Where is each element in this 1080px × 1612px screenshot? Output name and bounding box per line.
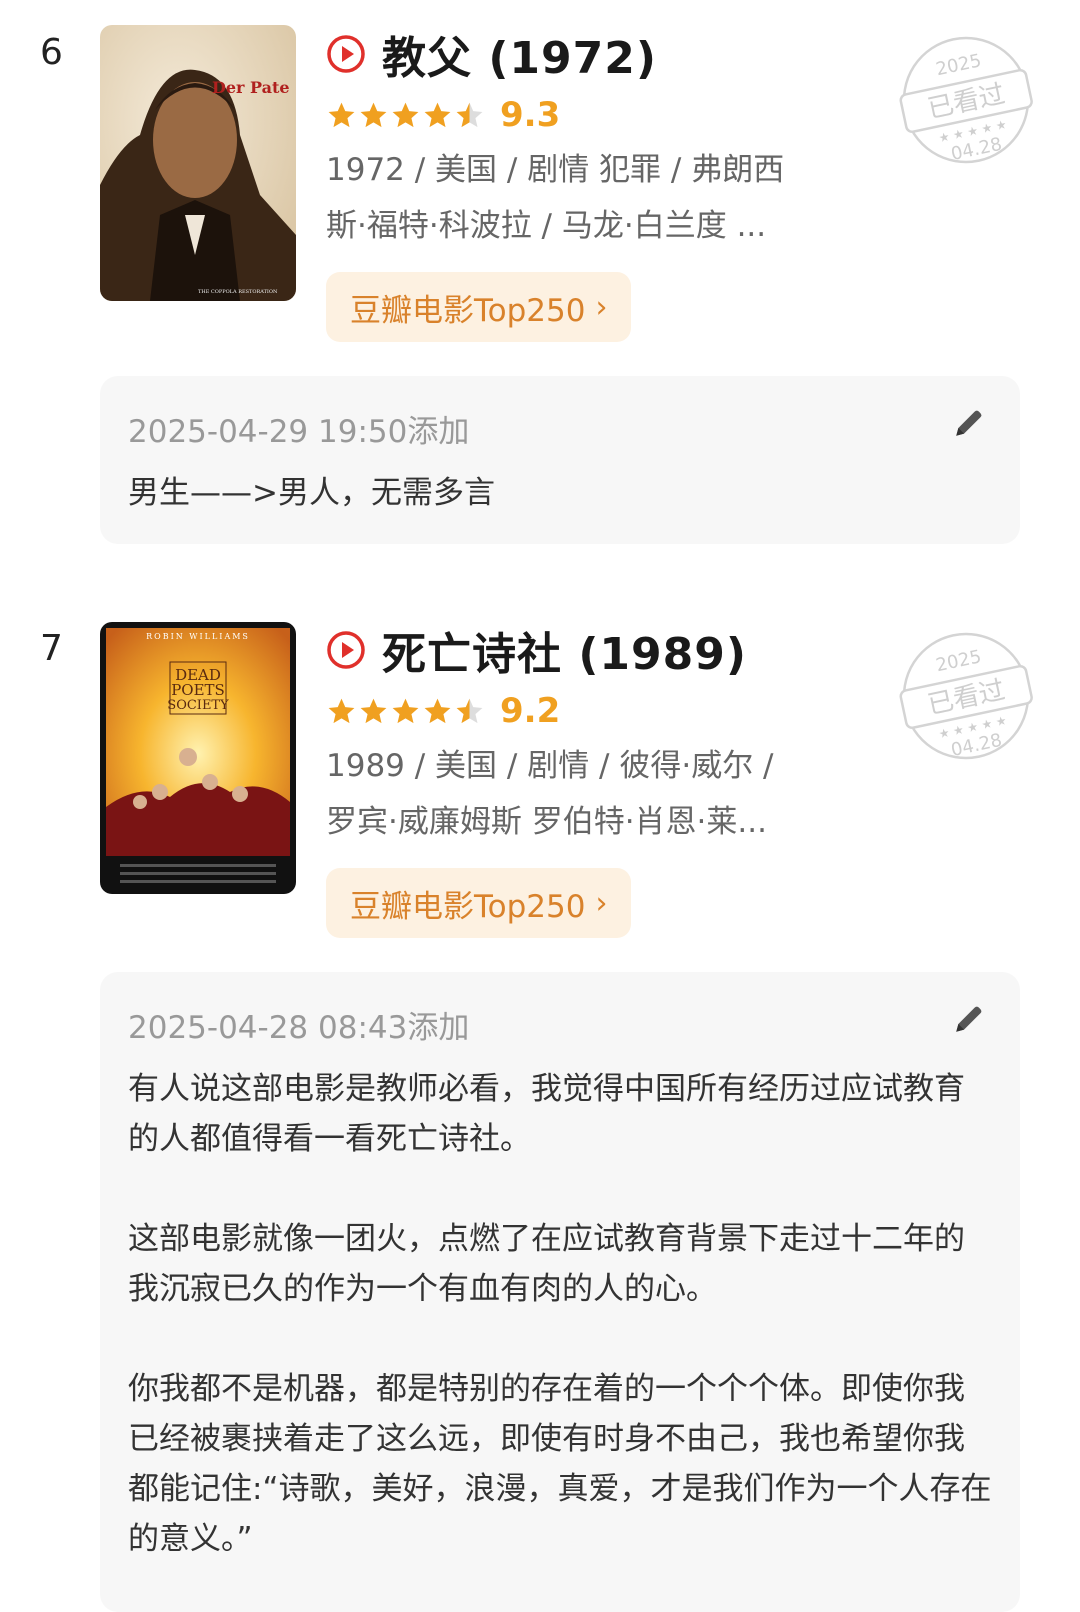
pencil-icon[interactable]: [952, 406, 986, 440]
poster-title-3: SOCIETY: [167, 698, 229, 713]
note-date: 2025-04-29 19:50添加: [128, 414, 470, 450]
star-full-icon: [328, 102, 355, 127]
poster-actor: ROBIN WILLIAMS: [146, 632, 250, 641]
star-full-icon: [328, 698, 355, 723]
dead-poets-society-poster-image: ROBIN WILLIAMS DEAD POETS SOCIETY: [100, 622, 296, 894]
star-full-icon: [360, 698, 387, 723]
watched-stamp: 2025 已看过 ★ ★ ★ ★ ★ 04.28: [899, 632, 1033, 761]
rating-row: 9.2: [326, 688, 886, 734]
chevron-right-icon: ›: [595, 289, 608, 325]
star-half-icon: [456, 102, 483, 127]
tag-label: 豆瓣电影Top250: [350, 888, 586, 925]
star-full-icon: [392, 698, 419, 723]
meta-line: 1989 / 美国 / 剧情 / 彼得·威尔 /: [326, 748, 774, 784]
poster-caption: THE COPPOLA RESTORATION: [198, 289, 278, 295]
star-full-icon: [424, 698, 451, 723]
star-half-icon: [456, 698, 483, 723]
play-icon[interactable]: [326, 34, 366, 74]
rank-number: 7: [40, 628, 63, 669]
poster-title-1: Der Pate: [212, 78, 290, 97]
rating-row: 9.3: [326, 92, 886, 138]
movie-meta: 1972 / 美国 / 剧情 犯罪 / 弗朗西 斯·福特·科波拉 / 马龙·白兰…: [326, 142, 846, 254]
rank-number: 6: [40, 32, 63, 73]
movie-poster[interactable]: Der Pate THE COPPOLA RESTORATION: [100, 25, 296, 301]
movie-title[interactable]: 教父 (1972): [382, 22, 657, 86]
pencil-icon[interactable]: [952, 1002, 986, 1036]
movie-meta: 1989 / 美国 / 剧情 / 彼得·威尔 / 罗宾·威廉姆斯 罗伯特·肖恩·…: [326, 738, 846, 850]
meta-line: 斯·福特·科波拉 / 马龙·白兰度 ...: [326, 208, 767, 244]
tag-label: 豆瓣电影Top250: [350, 292, 586, 329]
top250-tag-button[interactable]: 豆瓣电影Top250 ›: [326, 272, 632, 342]
movie-info: 死亡诗社 (1989) 9.2 1989 / 美国 / 剧情 / 彼得·威尔 /…: [326, 618, 886, 938]
note-date: 2025-04-28 08:43添加: [128, 1010, 470, 1046]
play-icon[interactable]: [326, 630, 366, 670]
note-text: 男生——>男人，无需多言: [128, 475, 495, 511]
star-full-icon: [392, 102, 419, 127]
watched-stamp: 2025 已看过 ★ ★ ★ ★ ★ 04.28: [899, 36, 1033, 165]
note-text: 有人说这部电影是教师必看，我觉得中国所有经历过应试教育的人都值得看一看死亡诗社。…: [128, 1071, 992, 1557]
stamp-year: 2025: [934, 646, 983, 676]
note-card: 2025-04-29 19:50添加 男生——>男人，无需多言: [100, 376, 1020, 544]
poster-title-2: POETS: [171, 681, 225, 699]
movie-info: 教父 (1972) 9.3 1972 / 美国 / 剧情 犯罪 / 弗朗西 斯·…: [326, 22, 886, 342]
movie-title[interactable]: 死亡诗社 (1989): [382, 618, 747, 682]
star-full-icon: [424, 102, 451, 127]
star-rating: [326, 100, 486, 131]
stamp-year: 2025: [934, 50, 983, 80]
rating-score: 9.2: [500, 691, 561, 731]
chevron-right-icon: ›: [595, 885, 608, 921]
note-card: 2025-04-28 08:43添加 有人说这部电影是教师必看，我觉得中国所有经…: [100, 972, 1020, 1612]
star-rating: [326, 696, 486, 727]
meta-line: 罗宾·威廉姆斯 罗伯特·肖恩·莱...: [326, 804, 767, 840]
rating-score: 9.3: [500, 95, 561, 135]
godfather-poster-image: Der Pate THE COPPOLA RESTORATION: [100, 25, 296, 301]
top250-tag-button[interactable]: 豆瓣电影Top250 ›: [326, 868, 632, 938]
movie-poster[interactable]: ROBIN WILLIAMS DEAD POETS SOCIETY: [100, 622, 296, 894]
star-full-icon: [360, 102, 387, 127]
meta-line: 1972 / 美国 / 剧情 犯罪 / 弗朗西: [326, 152, 785, 188]
